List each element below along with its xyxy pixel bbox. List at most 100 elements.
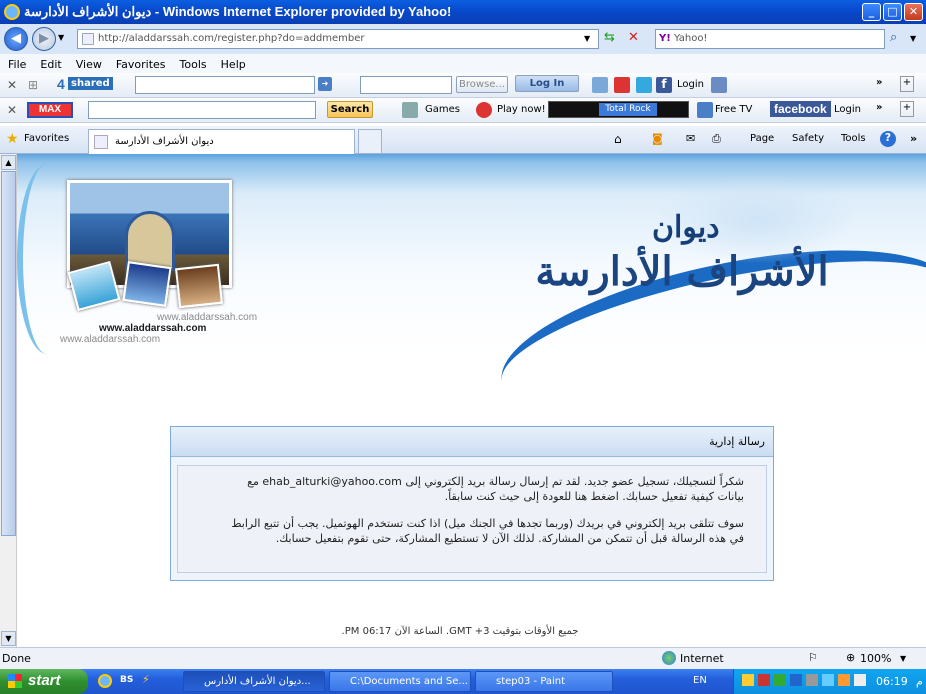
freetv-link[interactable]: Free TV (715, 104, 752, 115)
favorites-button[interactable]: Favorites (24, 133, 69, 144)
maximize-button[interactable]: □ (883, 3, 902, 21)
close-toolbar-icon[interactable]: ✕ (7, 78, 17, 92)
toolbar1-add-icon[interactable]: + (900, 76, 914, 92)
toolbar-search-button[interactable]: Search (327, 101, 373, 118)
upload-file-input[interactable] (360, 76, 452, 94)
taskbar: start BS ⚡ ديوان الأشراف الأدارس... C:\D… (0, 669, 926, 694)
yahoo-icon: Y! (659, 33, 671, 44)
facebook-icon[interactable]: f (656, 77, 672, 93)
minimize-button[interactable]: _ (862, 3, 881, 21)
history-dropdown-icon[interactable]: ▼ (58, 33, 64, 42)
safety-menu[interactable]: Safety (792, 133, 824, 144)
help-icon[interactable]: ? (880, 131, 896, 147)
zone-text: Internet (680, 652, 724, 665)
tray-icon-8[interactable] (854, 674, 866, 686)
youtube-icon[interactable] (614, 77, 630, 93)
max-search-input[interactable] (88, 101, 316, 119)
tv-icon[interactable] (697, 102, 713, 118)
logo-main-text: الأشراف الأدارسة (535, 248, 829, 295)
quicklaunch-ie-icon[interactable] (98, 674, 112, 688)
menu-file[interactable]: File (8, 58, 26, 71)
toolbar2-add-icon[interactable]: + (900, 101, 914, 117)
tray-icon-4[interactable] (790, 674, 802, 686)
search-input[interactable]: Y! Yahoo! (655, 29, 885, 49)
search-options-icon[interactable]: ▼ (910, 34, 916, 43)
message-line-4: في هذه الرسالة قبل أن تتمكن من المشاركة.… (275, 532, 744, 545)
menu-help[interactable]: Help (221, 58, 246, 71)
share-icon[interactable] (592, 77, 608, 93)
address-bar[interactable]: http://aladdarssah.com/register.php?do=a… (77, 29, 599, 49)
4shared-search-input[interactable] (135, 76, 315, 94)
close-button[interactable]: ✕ (904, 3, 923, 21)
tray-icon-7[interactable] (838, 674, 850, 686)
language-indicator[interactable]: EN (693, 675, 707, 686)
print-icon[interactable]: ⎙ (712, 132, 721, 146)
message-line-1: شكراً لتسجيلك، تسجيل عضو جديد. لقد تم إر… (247, 475, 744, 488)
toolbar2-more-icon[interactable]: » (876, 102, 882, 113)
tab-current[interactable]: ديوان الأشراف الأدارسة (88, 129, 355, 154)
zoom-icon[interactable]: ⊕ (846, 651, 855, 664)
search-go-icon[interactable]: ⌕ (890, 30, 897, 45)
menu-edit[interactable]: Edit (40, 58, 61, 71)
login-button[interactable]: Log In (515, 75, 579, 92)
vertical-scrollbar[interactable]: ▲ ▼ (0, 154, 17, 647)
menu-bar: File Edit View Favorites Tools Help (0, 54, 926, 74)
games-link[interactable]: Games (425, 104, 460, 115)
scroll-up-icon[interactable]: ▲ (1, 155, 16, 170)
tray-icon-1[interactable] (742, 674, 754, 686)
games-icon[interactable] (402, 102, 418, 118)
toolbar-settings-icon[interactable]: ⊞ (28, 78, 38, 92)
window-icon[interactable] (711, 77, 727, 93)
page-menu[interactable]: Page (750, 133, 774, 144)
forward-button[interactable]: ▶ (32, 27, 56, 51)
menu-view[interactable]: View (76, 58, 102, 71)
home-icon[interactable]: ⌂ (614, 132, 622, 146)
menu-tools[interactable]: Tools (180, 58, 207, 71)
clock[interactable]: 06:19 (876, 675, 908, 688)
address-dropdown-icon[interactable]: ▼ (584, 34, 590, 43)
quicklaunch-bs-icon[interactable]: BS (120, 675, 133, 685)
twitter-icon[interactable] (636, 77, 652, 93)
zoom-dropdown-icon[interactable]: ▼ (900, 654, 906, 663)
protected-mode-icon[interactable]: ⚐ (808, 651, 818, 664)
tray-icon-2[interactable] (758, 674, 770, 686)
back-button[interactable]: ◀ (4, 27, 28, 51)
tray-icon-6[interactable] (822, 674, 834, 686)
cmdbar-more-icon[interactable]: » (910, 132, 917, 145)
refresh-icon[interactable]: ⇆ (604, 30, 615, 45)
tray-icon-3[interactable] (774, 674, 786, 686)
playnow-icon[interactable] (476, 102, 492, 118)
zoom-level[interactable]: 100% (860, 652, 891, 665)
taskbar-explorer-window[interactable]: C:\Documents and Se... (329, 671, 471, 692)
mail-icon[interactable]: ✉ (686, 132, 695, 145)
toolbar1-more-icon[interactable]: » (876, 77, 882, 88)
toolbar-4shared: ✕ ⊞ 4 shared ➜ Browse... Log In f Login … (0, 73, 926, 98)
toolbar2-login[interactable]: Login (834, 104, 861, 115)
thumb-photo-2 (122, 261, 172, 307)
tray-icon-5[interactable] (806, 674, 818, 686)
new-tab-button[interactable] (358, 129, 382, 154)
taskbar-paint-window[interactable]: step03 - Paint (475, 671, 613, 692)
time-footer: جميع الأوقات بتوقيت GMT +3. الساعة الآن … (341, 626, 579, 637)
start-button[interactable]: start (0, 669, 88, 694)
message-line-2[interactable]: بيانات كيفية تفعيل حسابك. اضغط هنا للعود… (445, 490, 744, 503)
menu-favorites[interactable]: Favorites (116, 58, 166, 71)
browse-button[interactable]: Browse... (456, 76, 508, 93)
4shared-go-icon[interactable]: ➜ (318, 77, 332, 91)
close-toolbar2-icon[interactable]: ✕ (7, 103, 17, 117)
taskbar-ie-window[interactable]: ديوان الأشراف الأدارس... (183, 671, 325, 692)
radio-player[interactable]: Total Rock (548, 101, 689, 118)
radio-station[interactable]: Total Rock (599, 103, 657, 116)
site-url: www.aladdarssah.com (99, 323, 207, 334)
message-line-3: سوف تتلقى بريد إلكتروني في بريدك (وربما … (231, 517, 744, 530)
tools-menu[interactable]: Tools (841, 133, 866, 144)
toolbar1-login[interactable]: Login (677, 79, 704, 90)
feeds-icon[interactable]: ◙ (652, 132, 663, 145)
playnow-link[interactable]: Play now! (497, 104, 546, 115)
internet-zone-icon (662, 651, 676, 665)
scroll-down-icon[interactable]: ▼ (1, 631, 16, 646)
scroll-thumb[interactable] (1, 171, 16, 536)
facebook-logo[interactable]: facebook (770, 101, 831, 117)
quicklaunch-tool-icon[interactable]: ⚡ (142, 673, 150, 686)
stop-icon[interactable]: ✕ (628, 30, 639, 45)
